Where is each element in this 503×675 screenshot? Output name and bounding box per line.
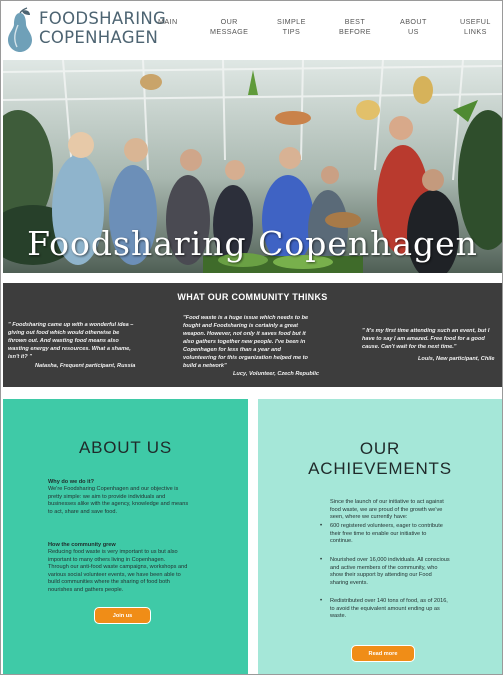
bullet-dot-icon: •: [320, 598, 323, 604]
nav-useful-links[interactable]: USEFUL LINKS: [460, 17, 491, 37]
quote-3-line: have to say I am amazed. Free food for a…: [362, 336, 485, 342]
community-section: WHAT OUR COMMUNITY THINKS " Foodsharing …: [3, 283, 502, 387]
about-why-line: We're Foodsharing Copenhagen and our obj…: [48, 486, 179, 492]
bullet-dot-icon: •: [320, 523, 323, 529]
nav-simple-tips-line-1: SIMPLE: [277, 17, 306, 26]
bullet-dot-icon: •: [320, 557, 323, 563]
hero-title: Foodsharing Copenhagen: [27, 224, 478, 263]
nav-our-message-line-1: OUR: [220, 17, 238, 26]
quote-2-line: also gathers together new people. I've b…: [183, 339, 306, 345]
achievements-intro-line: Since the launch of our initiative to ac…: [330, 499, 444, 505]
about-grew-line: various social volunteer events, we have…: [48, 571, 181, 578]
join-us-button[interactable]: Join us: [94, 607, 151, 624]
quote-2: "Food waste is a huge issue which needs …: [183, 314, 338, 370]
about-grew-line: Through our anti-food waste campaigns, w…: [48, 564, 188, 571]
about-heading: ABOUT US: [79, 438, 172, 457]
nav-best-before[interactable]: BEST BEFORE: [339, 17, 371, 37]
read-more-button[interactable]: Read more: [351, 645, 415, 662]
hero-banner: Foodsharing Copenhagen: [3, 60, 502, 273]
quote-1-author: Natasha, Frequent participant, Russia: [35, 363, 136, 369]
site-header: FOODSHARING COPENHAGEN MAIN OUR MESSAGE …: [1, 1, 502, 59]
quote-2-line: build a network": [183, 363, 227, 369]
nav-main[interactable]: MAIN: [158, 17, 178, 27]
logo[interactable]: FOODSHARING COPENHAGEN: [5, 6, 166, 54]
achievements-intro-line: seen, where we currently have:: [330, 514, 408, 521]
achievement-item: Nourished over 16,000 individuals. All c…: [330, 557, 490, 587]
quote-2-line: weapon. However, not only it saves food …: [183, 331, 306, 337]
about-panel: ABOUT US Why do we do it? We're Foodshar…: [3, 399, 248, 674]
about-grew-heading: How the community grew: [48, 542, 116, 548]
about-why-line: pretty simple: we aim to provide individ…: [48, 493, 166, 500]
quote-2-line: Copenhagen for less than a year and: [183, 347, 281, 353]
achievements-intro: Since the launch of our initiative to ac…: [330, 499, 490, 522]
about-why-line: businesses alike with the agency, knowle…: [48, 501, 189, 508]
achievement-line: waste.: [330, 613, 347, 620]
nav-best-before-line-2: BEFORE: [339, 27, 371, 36]
logo-line-2: COPENHAGEN: [39, 28, 159, 47]
achievement-line: continue.: [330, 538, 353, 545]
achievement-item: 600 registered volunteers, eager to cont…: [330, 523, 490, 546]
main-nav: MAIN OUR MESSAGE SIMPLE TIPS BEST BEFORE…: [149, 17, 499, 47]
about-grew-line: build communities where the sharing of f…: [48, 579, 170, 586]
achievement-item: Redistributed over 140 tons of food, as …: [330, 598, 490, 621]
nav-simple-tips[interactable]: SIMPLE TIPS: [277, 17, 306, 37]
about-why-heading: Why do we do it?: [48, 479, 94, 485]
nav-useful-links-line-1: USEFUL: [460, 17, 491, 26]
quote-1-line: " Foodsharing came up with a wonderful i…: [8, 322, 134, 328]
achievement-line: and active members of the community, who: [330, 564, 438, 571]
about-why-line: to act, share and save food.: [48, 508, 118, 515]
quote-3: " It's my first time attending such an e…: [362, 327, 502, 351]
achievement-line: to avoid the equivalent amount ending up…: [330, 605, 440, 612]
quote-1: " Foodsharing came up with a wonderful i…: [8, 321, 158, 361]
nav-useful-links-line-2: LINKS: [463, 27, 487, 36]
achievement-line: sharing events.: [330, 579, 368, 586]
nav-our-message-line-2: MESSAGE: [210, 27, 249, 36]
achievement-line: Nourished over 16,000 individuals. All c…: [330, 557, 450, 563]
nav-about-us-line-2: US: [407, 27, 419, 36]
achievements-heading-line-1: OUR: [359, 439, 401, 458]
pear-logo-icon: [8, 7, 32, 52]
quote-3-author: Louis, New participant, Chile: [418, 356, 495, 362]
page-frame: FOODSHARING COPENHAGEN MAIN OUR MESSAGE …: [0, 0, 503, 675]
quote-3-line: cause. Can't wait for the next time.": [362, 344, 457, 350]
achievement-line: show their support by attending our Food: [330, 572, 432, 579]
quote-1-line: wasting energy and resources. What a sha…: [8, 346, 131, 352]
achievement-line: Redistributed over 140 tons of food, as …: [330, 598, 448, 604]
achievement-line: 600 registered volunteers, eager to cont…: [330, 523, 443, 529]
quote-2-author: Lucy, Volunteer, Czech Republic: [233, 371, 319, 377]
quote-3-line: " It's my first time attending such an e…: [362, 328, 490, 334]
nav-about-us[interactable]: ABOUT US: [400, 17, 427, 37]
about-why-text: We're Foodsharing Copenhagen and our obj…: [48, 486, 228, 516]
quote-2-line: "Food waste is a huge issue which needs …: [183, 315, 309, 321]
nav-main-label: MAIN: [158, 17, 178, 26]
quote-1-line: giving out food which would otherwise be: [8, 330, 120, 336]
community-title: WHAT OUR COMMUNITY THINKS: [177, 292, 328, 302]
logo-text: FOODSHARING COPENHAGEN: [39, 9, 166, 47]
nav-best-before-line-1: BEST: [344, 17, 366, 26]
nav-simple-tips-line-2: TIPS: [282, 27, 301, 36]
about-grew-line: nourishes and gathers people.: [48, 586, 124, 593]
achievement-line: their free time to enable our initiative…: [330, 530, 427, 537]
quote-2-line: volunteering for this organization helpe…: [183, 355, 308, 361]
nav-our-message[interactable]: OUR MESSAGE: [210, 17, 248, 37]
quote-1-line: isn't it? ": [8, 354, 32, 360]
achievements-intro-line: food waste, we are proud of the growth w…: [330, 506, 443, 513]
nav-about-us-line-1: ABOUT: [400, 17, 427, 26]
about-grew-text: Reducing food waste is very important to…: [48, 549, 228, 595]
quote-2-line: fought and Foodsharing is certainly a gr…: [183, 323, 298, 329]
quote-1-line: thrown out. And wasting food means also: [8, 338, 119, 344]
achievements-heading-line-2: ACHIEVEMENTS: [308, 459, 452, 478]
about-grew-line: Reducing food waste is very important to…: [48, 549, 178, 555]
logo-line-1: FOODSHARING: [39, 9, 167, 28]
achievements-panel: OUR ACHIEVEMENTS Since the launch of our…: [258, 399, 502, 674]
about-grew-line: important to many others living in Copen…: [48, 556, 166, 563]
